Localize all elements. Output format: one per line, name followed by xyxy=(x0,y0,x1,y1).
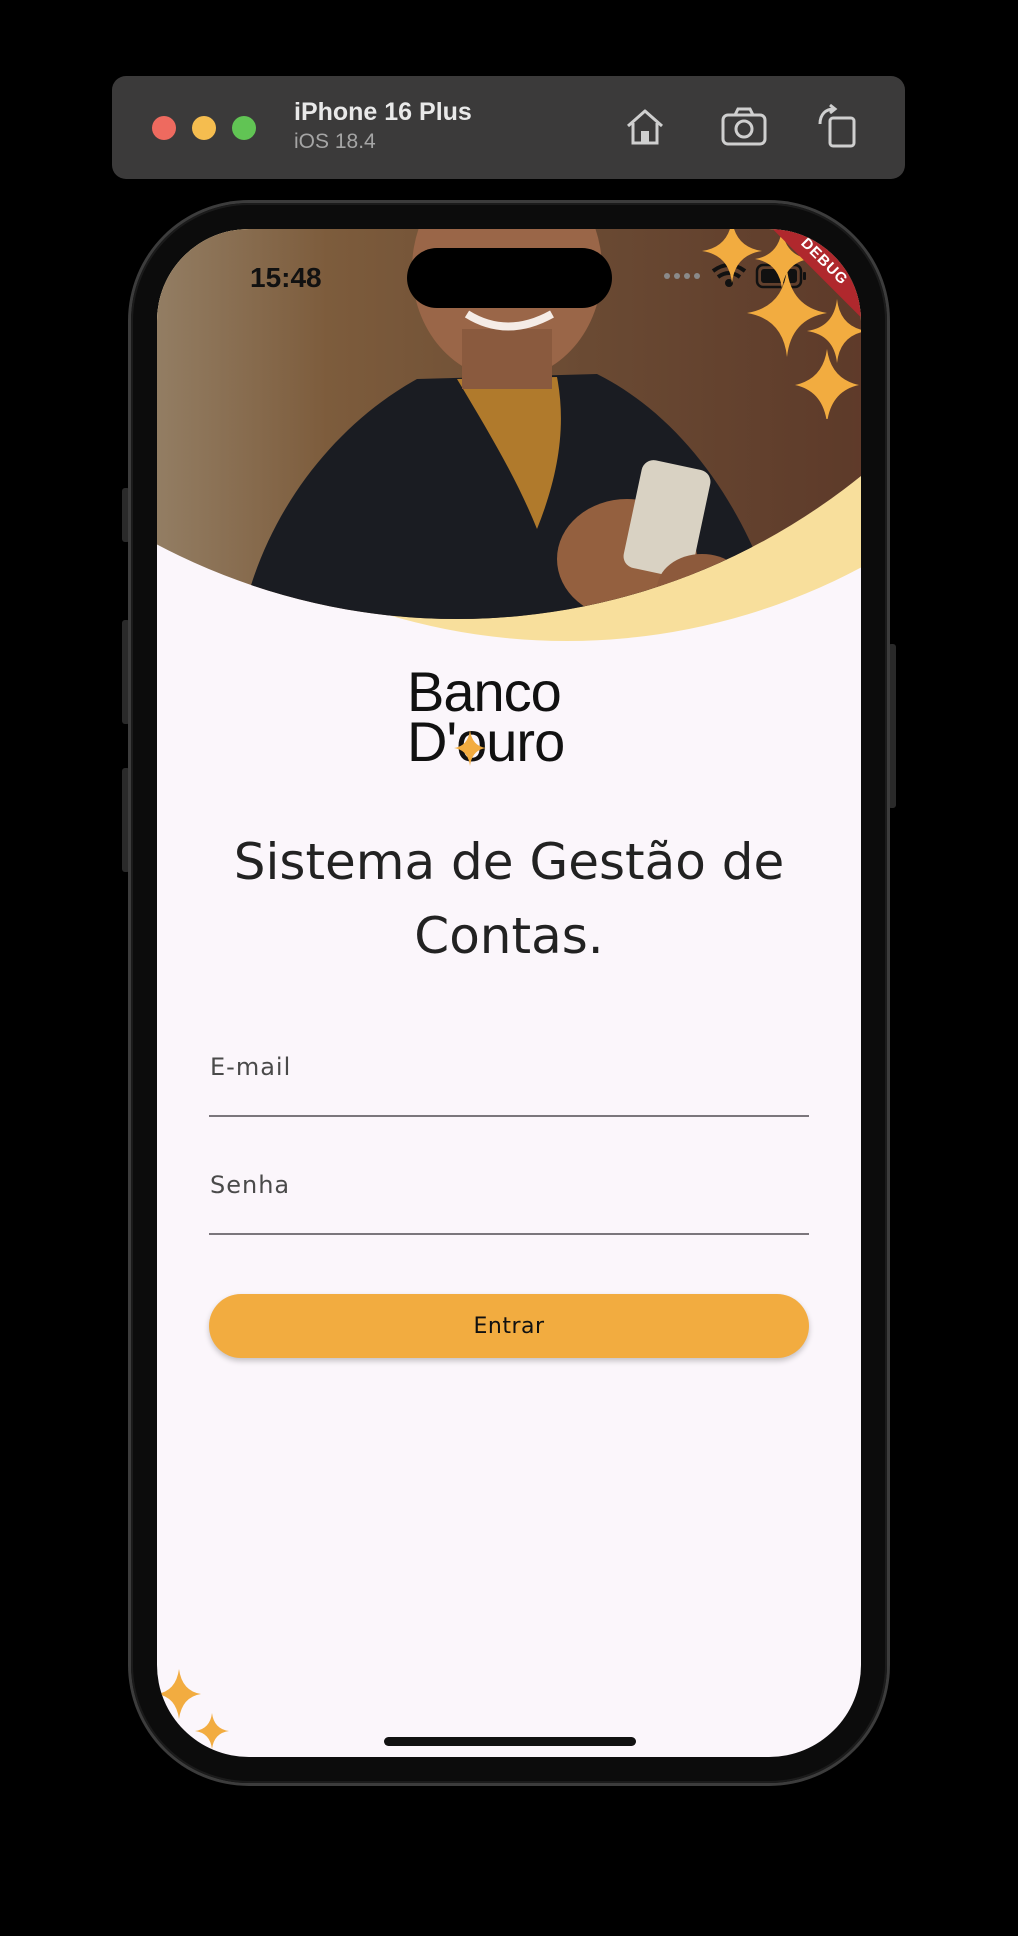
page-title: Sistema de Gestão de Contas. xyxy=(233,833,785,965)
rotate-button[interactable] xyxy=(812,102,862,152)
os-version: iOS 18.4 xyxy=(294,130,376,153)
home-indicator[interactable] xyxy=(384,1737,636,1746)
sparkle-stars-bottom xyxy=(157,1669,247,1757)
volume-down-button xyxy=(122,768,130,872)
sparkle-icon xyxy=(157,1669,229,1749)
close-window-button[interactable] xyxy=(152,116,176,140)
screenshot-button[interactable] xyxy=(719,102,769,152)
login-button[interactable]: Entrar xyxy=(209,1294,809,1358)
zoom-window-button[interactable] xyxy=(232,116,256,140)
logo-sparkle-icon xyxy=(454,730,486,766)
mute-switch xyxy=(122,488,130,542)
email-field[interactable]: E-mail xyxy=(209,1041,809,1117)
bank-logo: Banco D'ouro xyxy=(407,659,617,774)
home-icon xyxy=(627,109,663,145)
rotate-icon xyxy=(818,103,856,148)
password-underline xyxy=(209,1233,809,1235)
power-button xyxy=(888,644,896,808)
logo-line2: D'ouro xyxy=(407,710,565,773)
volume-up-button xyxy=(122,620,130,724)
device-name: iPhone 16 Plus xyxy=(294,98,472,126)
app-screen: 15:48 DEBUG Banco D'ouro Sistema de Gest… xyxy=(157,229,861,1757)
minimize-window-button[interactable] xyxy=(192,116,216,140)
password-field[interactable]: Senha xyxy=(209,1159,809,1235)
email-underline xyxy=(209,1115,809,1117)
email-label: E-mail xyxy=(210,1053,292,1081)
status-time: 15:48 xyxy=(250,262,322,293)
simulator-toolbar: iPhone 16 Plus iOS 18.4 xyxy=(112,76,905,179)
screenshot-icon xyxy=(721,107,767,146)
dynamic-island xyxy=(407,248,612,308)
password-label: Senha xyxy=(210,1171,291,1199)
home-button[interactable] xyxy=(620,102,670,152)
